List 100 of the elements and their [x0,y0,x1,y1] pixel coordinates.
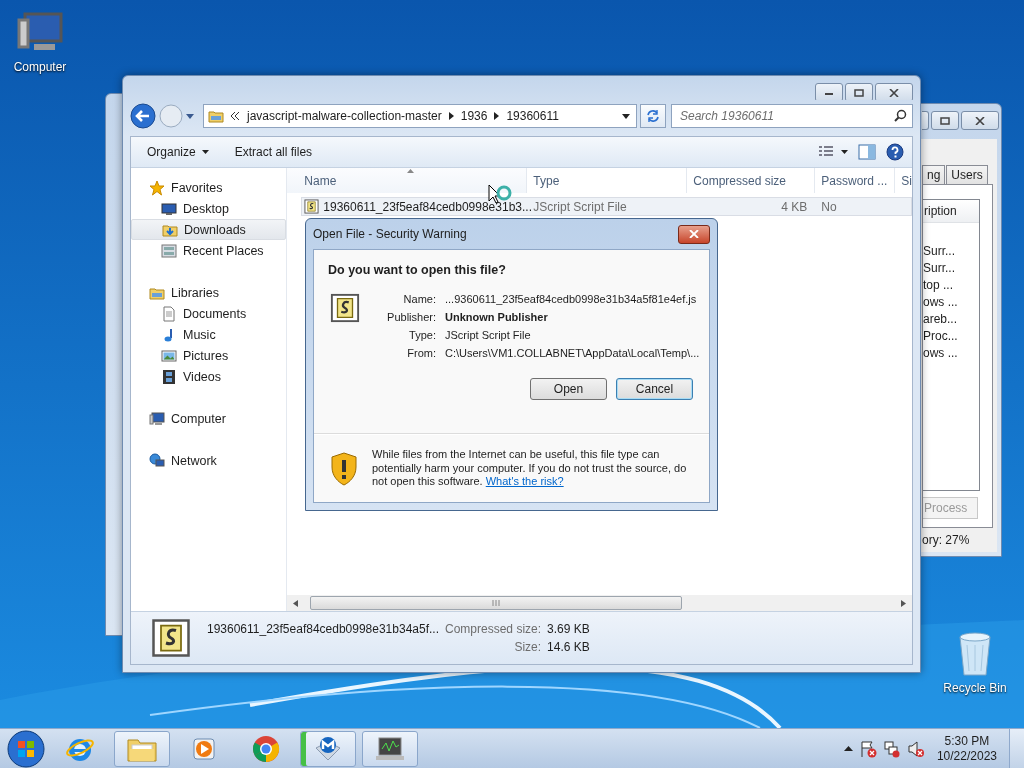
refresh-icon [646,109,660,123]
nav-item[interactable]: Pictures [131,345,287,366]
maximize-button[interactable] [845,83,873,100]
table-cell: 4 KB [781,199,808,214]
overflow-chevron-icon[interactable] [231,112,240,120]
dialog-question: Do you want to open this file? [328,263,507,277]
organize-menu[interactable]: Organize [139,141,217,163]
address-bar[interactable]: javascript-malware-collection-master 1936 19360611 [203,104,637,128]
breadcrumb[interactable]: javascript-malware-collection-master [247,109,442,123]
field-label: Publisher: [386,311,436,323]
nav-label: Desktop [183,201,229,216]
nav-label: Computer [171,411,226,426]
detail-value: 14.6 KB [547,640,590,654]
nav-item[interactable]: Recent Places [131,240,287,261]
close-icon [689,230,699,238]
nav-item[interactable]: Desktop [131,198,287,219]
risk-link[interactable]: What's the risk? [485,475,564,488]
toolbar-button[interactable]: Extract all files [226,141,321,163]
desktop-icon [161,200,177,217]
action-center-icon[interactable] [858,739,877,758]
view-options-icon[interactable] [818,146,848,158]
table-cell: No [821,199,837,214]
close-button[interactable] [875,83,913,100]
nav-item[interactable]: Music [131,324,287,345]
search-icon[interactable] [894,109,907,122]
tab[interactable]: Users [946,165,988,184]
grip-icon [492,600,501,606]
detail-label: Compressed size: [445,622,542,636]
detail-value: 3.69 KB [547,622,590,636]
table-cell-text: ows ... [923,294,959,311]
scroll-right-icon[interactable] [901,599,906,607]
clock[interactable]: 5:30 PM 10/22/2023 [930,733,1003,764]
nav-label: Recent Places [183,243,264,258]
column-header[interactable]: Compressed size [687,168,816,193]
nav-label: Libraries [171,285,219,300]
file-row[interactable]: 19360611_23f5eaf84cedb0998e31b3...JScript Script File 4 KB No [301,197,912,216]
table-cell-text: Proc... [923,328,959,345]
table-cell-text: top ... [923,277,955,294]
nav-label: Pictures [183,348,229,363]
file-name: 19360611_23f5eaf84cedb0998e31b3... [323,199,532,214]
maximize-icon [854,88,864,97]
nav-item[interactable]: Computer [131,408,287,429]
warning-text: While files from the Internet can be useful, this file type can potentially harm your computer. If you do not trust the source, do not open this software. What's the risk? [372,448,688,489]
breadcrumb[interactable]: 1936 [460,109,488,123]
show-hidden-icons-icon[interactable] [843,746,853,751]
start-button[interactable] [6,728,46,768]
column-header[interactable]: Si [895,168,912,193]
nav-label: Music [183,327,216,342]
script-file-icon [151,618,191,658]
nav-item[interactable]: Network [131,450,287,471]
field-value: C:\Users\VM1.COLLABNET\AppData\Local\Temp\... [445,347,700,359]
pictures-icon [161,347,177,364]
nav-label: Videos [183,369,221,384]
open-button[interactable]: Open [530,378,607,400]
icon-label[interactable]: Computer [13,60,67,74]
status-text: ory: 27% [922,532,971,549]
help-icon[interactable] [886,143,904,161]
computer-icon [149,410,165,427]
cancel-button[interactable]: Cancel [616,378,693,400]
column-header[interactable]: Type [527,168,688,193]
film-icon [161,368,177,385]
warning-shield-icon [330,451,358,486]
breadcrumb-arrow-icon[interactable] [494,112,500,120]
breadcrumb-arrow-icon[interactable] [448,112,454,120]
maximize-button[interactable] [931,111,959,130]
nav-item[interactable]: Libraries [131,282,287,303]
field-label: Name: [402,293,436,305]
scroll-left-icon[interactable] [293,599,299,607]
volume-muted-icon[interactable] [906,739,925,758]
nav-label: Network [171,453,217,468]
field-label: Type: [408,329,436,341]
network-icon[interactable] [882,739,901,758]
sort-arrow-icon [406,169,414,173]
column-header[interactable]: Password ... [815,168,896,193]
search-field[interactable]: Search 19360611 [671,104,913,128]
nav-item[interactable]: Downloads [131,219,287,240]
column-header[interactable]: Name [287,168,528,193]
nav-item[interactable]: Documents [131,303,287,324]
maximize-icon [940,116,950,125]
close-button[interactable] [678,224,710,244]
tab[interactable]: ng [922,165,946,184]
field-value: JScript Script File [445,329,532,341]
recent-places-icon [161,242,177,259]
file-name: 19360611_23f5eaf84cedb0998e31b34a5f... [207,622,439,636]
refresh-button[interactable] [640,104,666,128]
minimize-button[interactable] [815,83,843,100]
monitor-icon[interactable] [362,730,418,767]
document-icon [161,305,177,322]
table-cell-text: areb... [923,311,959,328]
field-value: Unknown Publisher [445,311,549,323]
nav-item[interactable]: Favorites [131,177,287,198]
close-button[interactable] [961,111,999,130]
nav-item[interactable]: Videos [131,366,287,387]
dropdown-caret-icon[interactable] [622,113,630,119]
nav-label: Downloads [184,222,246,237]
back-button[interactable] [130,103,156,129]
script-file-icon [304,199,320,214]
horizontal-scrollbar[interactable] [287,595,912,611]
breadcrumb[interactable]: 19360611 [506,109,559,123]
history-caret-icon[interactable] [186,113,194,119]
